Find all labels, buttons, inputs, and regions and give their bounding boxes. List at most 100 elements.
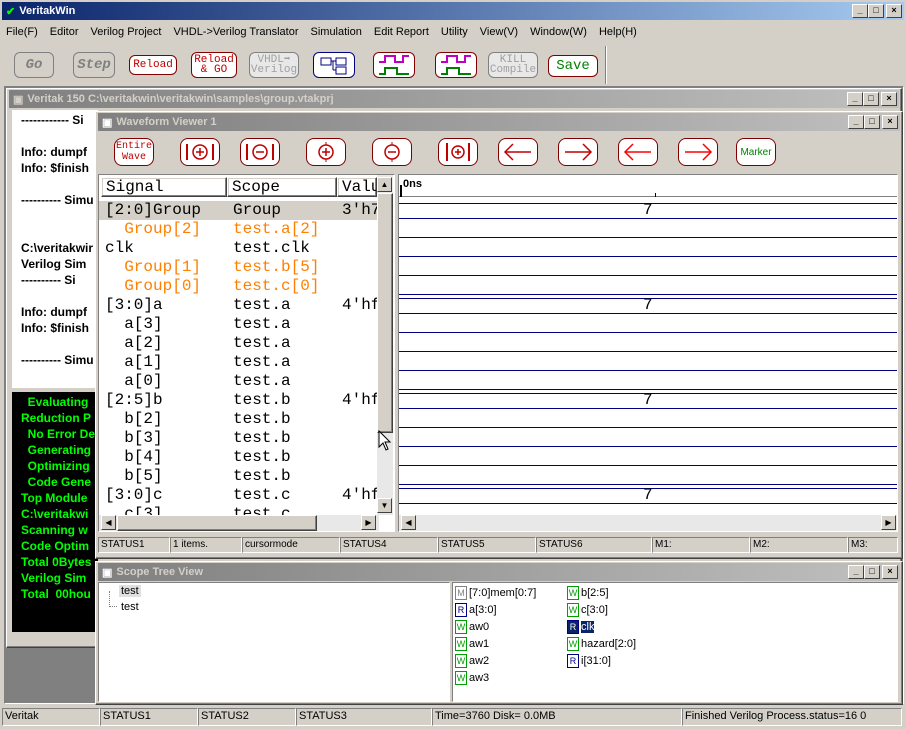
hierarchy-button[interactable]: [313, 52, 355, 78]
header-value[interactable]: Valu: [337, 177, 377, 197]
signal-list[interactable]: Signal Scope Valu [2:0]Group Group 3'h7 Gr…: [98, 174, 395, 532]
wave-row[interactable]: [399, 239, 897, 258]
waveform-close-button[interactable]: ×: [882, 115, 898, 129]
project-maximize-button[interactable]: □: [863, 92, 879, 106]
wave-display[interactable]: 0ns 7 7 7 7 ◀ ▶: [398, 174, 898, 532]
signal-row[interactable]: [3:0]c test.c 4'hf: [99, 486, 380, 505]
hscroll-thumb[interactable]: [117, 515, 317, 531]
wave-row[interactable]: [399, 353, 897, 372]
wave-row[interactable]: 7: [399, 486, 897, 505]
menu-item-3[interactable]: VHDL->Verilog Translator: [167, 26, 304, 38]
signal-row[interactable]: b[5] test.b: [99, 467, 377, 486]
variable-item[interactable]: Wb[2:5]: [567, 585, 609, 601]
variable-item[interactable]: Rclk: [567, 619, 595, 635]
variable-item[interactable]: Waw2: [455, 653, 489, 669]
header-signal[interactable]: Signal: [101, 177, 227, 197]
signal-row[interactable]: b[2] test.b: [99, 410, 377, 429]
wave-row[interactable]: [399, 372, 897, 391]
menu-item-1[interactable]: Editor: [44, 26, 85, 38]
signal-row[interactable]: b[3] test.b: [99, 429, 377, 448]
signal-row[interactable]: [2:5]b test.b 4'hf: [99, 391, 380, 410]
step-button[interactable]: Step: [73, 52, 115, 78]
signal-row[interactable]: b[4] test.b: [99, 448, 377, 467]
signal-row[interactable]: clk test.clk: [99, 239, 377, 258]
waveform-maximize-button[interactable]: □: [864, 115, 880, 129]
signal-row[interactable]: a[2] test.a: [99, 334, 377, 353]
signal-row[interactable]: Group[2] test.a[2]: [99, 220, 377, 239]
scope-tree[interactable]: test test: [98, 582, 450, 702]
signal-row[interactable]: Group[0] test.c[0]: [99, 277, 377, 296]
variable-list[interactable]: M [7:0]mem[0:7] Ra[3:0] Waw0 Waw1 Waw2 Waw3 Wb[…: [452, 582, 898, 702]
zoom-minus-button[interactable]: [372, 138, 412, 166]
signal-row[interactable]: a[3] test.a: [99, 315, 377, 334]
marker-button[interactable]: Marker: [736, 138, 776, 166]
wave-row[interactable]: [399, 467, 897, 486]
wave-row[interactable]: 7: [399, 201, 897, 220]
kill-compile-button[interactable]: KILL Compile: [488, 52, 538, 78]
scope-maximize-button[interactable]: □: [864, 565, 880, 579]
signal-vscrollbar[interactable]: ▲ ▼: [377, 175, 393, 515]
zoom-in-button[interactable]: [180, 138, 220, 166]
tree-node-test-child[interactable]: test: [119, 601, 141, 613]
variable-item[interactable]: Wc[3:0]: [567, 602, 608, 618]
scope-minimize-button[interactable]: _: [848, 565, 864, 579]
wave-hscrollbar[interactable]: ◀ ▶: [399, 515, 897, 531]
wave-row[interactable]: [399, 429, 897, 448]
menu-item-5[interactable]: Edit Report: [368, 26, 435, 38]
variable-item[interactable]: Ri[31:0]: [567, 653, 611, 669]
vhdl-verilog-button[interactable]: VHDL➡ Verilog: [249, 52, 299, 78]
zoom-plus-button[interactable]: [306, 138, 346, 166]
tree-node-test-root[interactable]: test: [119, 585, 141, 597]
prev-edge-button[interactable]: [618, 138, 658, 166]
project-close-button[interactable]: ×: [881, 92, 897, 106]
scroll-thumb[interactable]: [377, 193, 393, 433]
waveform-compile-button[interactable]: [435, 52, 477, 78]
menu-item-6[interactable]: Utility: [435, 26, 474, 38]
variable-item[interactable]: Ra[3:0]: [455, 602, 497, 618]
signal-row[interactable]: a[1] test.a: [99, 353, 377, 372]
scroll-left-button[interactable]: [498, 138, 538, 166]
waveform-button[interactable]: [373, 52, 415, 78]
hscroll-right-arrow[interactable]: ▶: [361, 515, 376, 530]
wave-row[interactable]: [399, 220, 897, 239]
variable-item[interactable]: M [7:0]mem[0:7]: [455, 585, 536, 601]
signal-row[interactable]: [2:0]Group Group 3'h7: [99, 201, 380, 220]
wave-scroll-left-arrow[interactable]: ◀: [401, 515, 416, 530]
variable-item[interactable]: Waw1: [455, 636, 489, 652]
wave-row[interactable]: [399, 315, 897, 334]
reload-button[interactable]: Reload: [129, 55, 177, 75]
next-edge-button[interactable]: [678, 138, 718, 166]
wave-row[interactable]: [399, 410, 897, 429]
wave-row[interactable]: 7: [399, 391, 897, 410]
menu-item-0[interactable]: File(F): [0, 26, 44, 38]
variable-item[interactable]: Whazard[2:0]: [567, 636, 636, 652]
scroll-down-arrow[interactable]: ▼: [377, 498, 392, 513]
variable-item[interactable]: Waw0: [455, 619, 489, 635]
scope-close-button[interactable]: ×: [882, 565, 898, 579]
entire-wave-button[interactable]: Entire Wave: [114, 138, 154, 166]
signal-row[interactable]: [3:0]a test.a 4'hf: [99, 296, 380, 315]
close-button[interactable]: ×: [886, 4, 902, 18]
reload-go-button[interactable]: Reload & GO: [191, 52, 237, 78]
scroll-up-arrow[interactable]: ▲: [377, 177, 392, 192]
zoom-cursor-button[interactable]: [438, 138, 478, 166]
menu-item-4[interactable]: Simulation: [305, 26, 368, 38]
wave-row[interactable]: [399, 334, 897, 353]
scroll-right-button[interactable]: [558, 138, 598, 166]
hscroll-left-arrow[interactable]: ◀: [101, 515, 116, 530]
wave-scroll-right-arrow[interactable]: ▶: [881, 515, 896, 530]
menu-item-8[interactable]: Window(W): [524, 26, 593, 38]
save-button[interactable]: Save: [548, 55, 598, 77]
signal-row[interactable]: a[0] test.a: [99, 372, 377, 391]
project-minimize-button[interactable]: _: [847, 92, 863, 106]
header-scope[interactable]: Scope: [227, 177, 337, 197]
minimize-button[interactable]: _: [852, 4, 868, 18]
zoom-out-button[interactable]: [240, 138, 280, 166]
menu-item-7[interactable]: View(V): [474, 26, 524, 38]
menu-item-2[interactable]: Verilog Project: [85, 26, 168, 38]
wave-row[interactable]: [399, 258, 897, 277]
signal-hscrollbar[interactable]: ◀ ▶: [99, 515, 379, 531]
maximize-button[interactable]: □: [868, 4, 884, 18]
variable-item[interactable]: Waw3: [455, 670, 489, 686]
wave-row[interactable]: [399, 448, 897, 467]
